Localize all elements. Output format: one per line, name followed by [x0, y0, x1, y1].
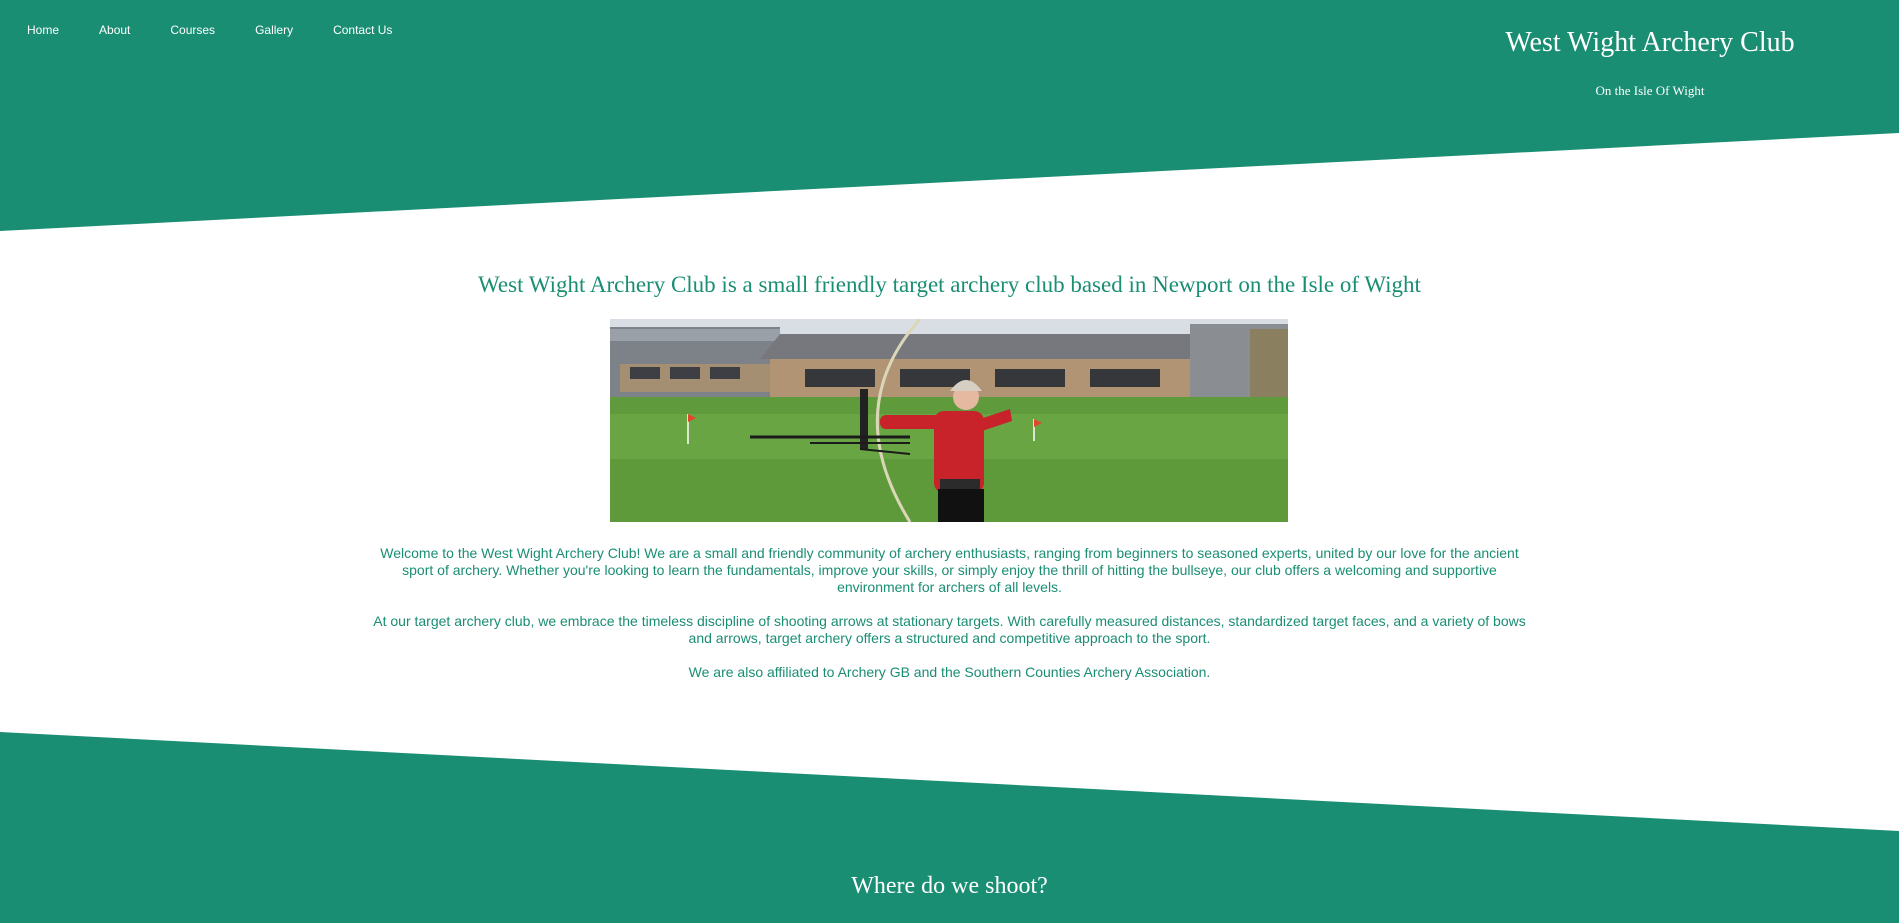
site-subtitle: On the Isle Of Wight: [1595, 83, 1705, 98]
intro-paragraph-1: Welcome to the West Wight Archery Club! …: [380, 545, 1519, 595]
intro-heading: West Wight Archery Club is a small frien…: [478, 272, 1421, 297]
where-do-we-shoot-heading: Where do we shoot?: [851, 873, 1048, 899]
intro-paragraph-2: At our target archery club, we embrace t…: [373, 613, 1526, 646]
archer-photo: [610, 319, 1288, 522]
site-title: West Wight Archery Club: [1505, 27, 1795, 58]
nav-home[interactable]: Home: [27, 22, 59, 38]
intro-content: Welcome to the West Wight Archery Club! …: [370, 545, 1529, 698]
nav-about[interactable]: About: [99, 22, 130, 38]
main-nav: Home About Courses Gallery Contact Us: [27, 22, 432, 38]
nav-contact-us[interactable]: Contact Us: [333, 22, 392, 38]
nav-gallery[interactable]: Gallery: [255, 22, 293, 38]
nav-courses[interactable]: Courses: [170, 22, 215, 38]
intro-paragraph-3: We are also affiliated to Archery GB and…: [688, 664, 1211, 680]
